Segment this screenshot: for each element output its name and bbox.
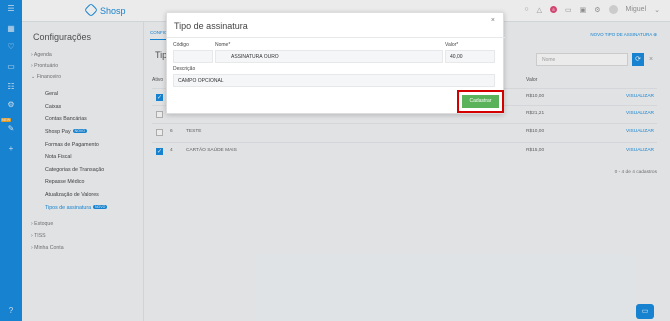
- save-highlight: Cadastrar: [457, 90, 504, 113]
- modal-title: Tipo de assinatura: [174, 21, 248, 31]
- value-label: Valor*: [445, 42, 459, 48]
- description-label: Descrição: [173, 66, 196, 72]
- code-field[interactable]: [173, 50, 213, 63]
- name-field[interactable]: ASSINATURA OURO: [215, 50, 443, 63]
- modal-divider: [167, 37, 505, 38]
- subscription-type-modal: Tipo de assinatura × Código Nome* Valor*…: [166, 12, 505, 114]
- close-icon[interactable]: ×: [491, 17, 495, 24]
- save-button[interactable]: Cadastrar: [462, 95, 499, 108]
- name-label: Nome*: [215, 42, 231, 48]
- value-field[interactable]: 40,00: [445, 50, 495, 63]
- code-label: Código: [173, 42, 189, 48]
- description-field[interactable]: CAMPO OPCIONAL: [173, 74, 495, 87]
